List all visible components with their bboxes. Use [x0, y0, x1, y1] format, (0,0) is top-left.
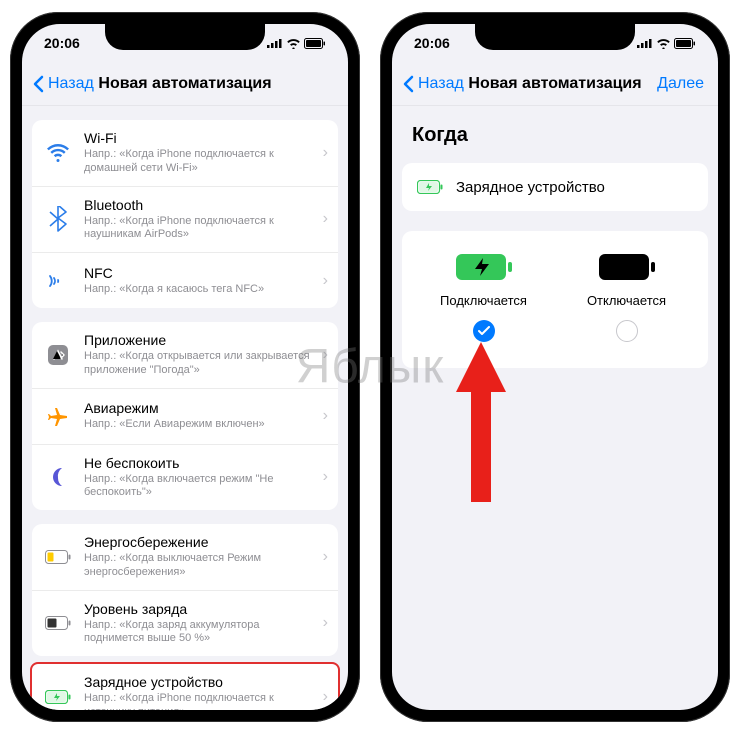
app-icon	[44, 341, 72, 369]
chevron-right-icon: ›	[317, 468, 328, 486]
status-time: 20:06	[414, 35, 450, 51]
row-sub: Напр.: «Когда заряд аккумулятора подниме…	[84, 619, 317, 647]
back-label: Назад	[48, 75, 94, 93]
screen-right: 20:06 Назад Новая автоматизация Далее Ко…	[392, 24, 718, 710]
batterylevel-icon	[44, 609, 72, 637]
airplane-icon	[44, 402, 72, 430]
check-icon	[478, 326, 490, 336]
charger-icon	[416, 173, 444, 201]
row-dnd[interactable]: Не беспокоить Напр.: «Когда включается р…	[32, 444, 338, 511]
row-app[interactable]: Приложение Напр.: «Когда открывается или…	[32, 322, 338, 388]
back-button[interactable]: Назад	[402, 75, 464, 93]
row-lowpower[interactable]: Энергосбережение Напр.: «Когда выключает…	[32, 524, 338, 590]
option-disconnect[interactable]: Отключается	[555, 253, 698, 342]
chevron-right-icon: ›	[317, 614, 328, 632]
row-title: Приложение	[84, 332, 317, 348]
row-title: Зарядное устройство	[84, 674, 317, 690]
option-connect[interactable]: Подключается	[412, 253, 555, 342]
back-label: Назад	[418, 75, 464, 93]
section-header: Когда	[392, 106, 718, 155]
radio-selected[interactable]	[473, 320, 495, 342]
row-sub: Напр.: «Когда я касаюсь тега NFC»	[84, 283, 317, 297]
status-icons	[637, 38, 696, 49]
row-charger-highlight: Зарядное устройство Напр.: «Когда iPhone…	[30, 662, 340, 710]
trigger-card: Зарядное устройство	[402, 163, 708, 211]
option-label: Отключается	[587, 293, 666, 308]
row-sub: Напр.: «Когда iPhone подключается к дома…	[84, 148, 317, 176]
phone-left: 20:06 Назад Новая автоматизация	[10, 12, 360, 722]
charger-config: Когда Зарядное устройство Подключается	[392, 106, 718, 710]
signal-icon	[637, 38, 653, 48]
signal-icon	[267, 38, 283, 48]
nav-title: Новая автоматизация	[468, 75, 641, 93]
row-bluetooth[interactable]: Bluetooth Напр.: «Когда iPhone подключае…	[32, 186, 338, 253]
row-sub: Напр.: «Когда включается режим "Не беспо…	[84, 473, 317, 501]
option-label: Подключается	[440, 293, 527, 308]
chevron-left-icon	[402, 75, 414, 93]
trigger-label: Зарядное устройство	[456, 179, 605, 196]
wifi-icon	[286, 38, 301, 49]
row-title: Энергосбережение	[84, 534, 317, 550]
row-airplane[interactable]: Авиарежим Напр.: «Если Авиарежим включен…	[32, 388, 338, 444]
notch	[105, 24, 265, 50]
nfc-icon	[44, 267, 72, 295]
phone-right: 20:06 Назад Новая автоматизация Далее Ко…	[380, 12, 730, 722]
row-title: Bluetooth	[84, 197, 317, 213]
row-title: NFC	[84, 265, 317, 281]
moon-icon	[44, 463, 72, 491]
radio-unselected[interactable]	[616, 320, 638, 342]
chevron-right-icon: ›	[317, 346, 328, 364]
row-batterylevel[interactable]: Уровень заряда Напр.: «Когда заряд аккум…	[32, 590, 338, 657]
group-connectivity: Wi-Fi Напр.: «Когда iPhone подключается …	[32, 120, 338, 308]
charger-icon	[44, 683, 72, 710]
row-title: Уровень заряда	[84, 601, 317, 617]
row-sub: Напр.: «Когда iPhone подключается к науш…	[84, 215, 317, 243]
chevron-left-icon	[32, 75, 44, 93]
row-title: Не беспокоить	[84, 455, 317, 471]
battery-charging-icon	[455, 253, 513, 281]
row-charger[interactable]: Зарядное устройство Напр.: «Когда iPhone…	[32, 664, 338, 710]
wifi-icon	[44, 139, 72, 167]
chevron-right-icon: ›	[317, 407, 328, 425]
nav-bar: Назад Новая автоматизация Далее	[392, 62, 718, 106]
row-sub: Напр.: «Если Авиарежим включен»	[84, 418, 317, 432]
next-button[interactable]: Далее	[657, 75, 704, 93]
notch	[475, 24, 635, 50]
chevron-right-icon: ›	[317, 688, 328, 706]
status-icons	[267, 38, 326, 49]
row-wifi[interactable]: Wi-Fi Напр.: «Когда iPhone подключается …	[32, 120, 338, 186]
chevron-right-icon: ›	[317, 548, 328, 566]
battery-icon	[674, 38, 696, 49]
battery-icon	[304, 38, 326, 49]
battery-full-icon	[598, 253, 656, 281]
wifi-icon	[656, 38, 671, 49]
back-button[interactable]: Назад	[32, 75, 94, 93]
row-nfc[interactable]: NFC Напр.: «Когда я касаюсь тега NFC» ›	[32, 252, 338, 308]
trigger-list[interactable]: Wi-Fi Напр.: «Когда iPhone подключается …	[22, 106, 348, 710]
chevron-right-icon: ›	[317, 210, 328, 228]
nav-title: Новая автоматизация	[98, 75, 271, 93]
group-settings: Приложение Напр.: «Когда открывается или…	[32, 322, 338, 510]
row-sub: Напр.: «Когда открывается или закрываетс…	[84, 350, 317, 378]
screen-left: 20:06 Назад Новая автоматизация	[22, 24, 348, 710]
row-sub: Напр.: «Когда iPhone подключается к исто…	[84, 692, 317, 710]
row-title: Авиарежим	[84, 400, 317, 416]
row-sub: Напр.: «Когда выключается Режим энергосб…	[84, 552, 317, 580]
options-card: Подключается Отключается	[402, 231, 708, 368]
chevron-right-icon: ›	[317, 272, 328, 290]
nav-bar: Назад Новая автоматизация	[22, 62, 348, 106]
status-time: 20:06	[44, 35, 80, 51]
chevron-right-icon: ›	[317, 144, 328, 162]
row-title: Wi-Fi	[84, 130, 317, 146]
group-battery: Энергосбережение Напр.: «Когда выключает…	[32, 524, 338, 656]
bluetooth-icon	[44, 205, 72, 233]
lowpower-icon	[44, 543, 72, 571]
